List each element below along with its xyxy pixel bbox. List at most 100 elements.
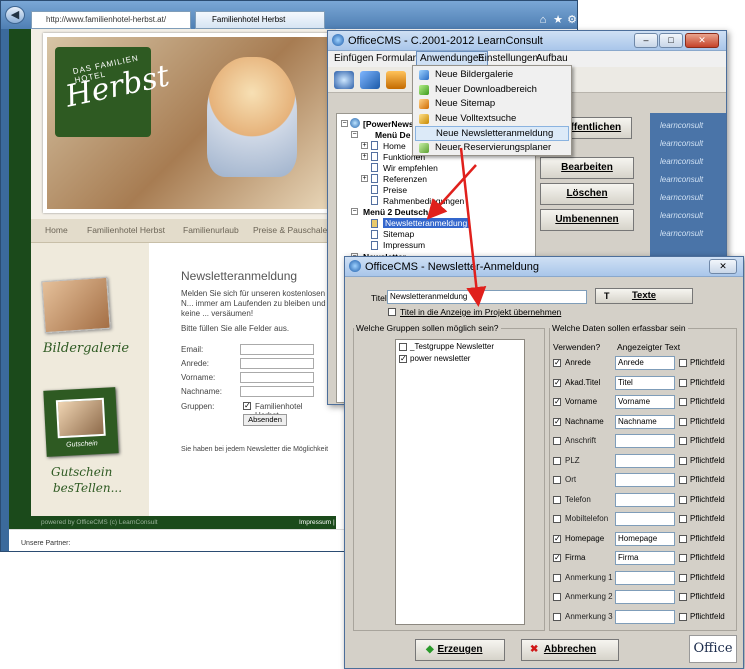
display-text-input[interactable] — [615, 492, 675, 507]
create-button[interactable]: ◆ Erzeugen — [415, 639, 505, 661]
required-checkbox[interactable] — [679, 612, 687, 621]
display-text-input[interactable]: Homepage — [615, 531, 675, 546]
use-checkbox[interactable]: ✓ — [553, 359, 561, 367]
nachname-field[interactable] — [240, 386, 314, 397]
required-checkbox[interactable] — [679, 398, 687, 406]
cancel-button[interactable]: ✖ Abbrechen — [521, 639, 619, 661]
use-checkbox[interactable] — [553, 476, 561, 484]
home-icon[interactable]: ⌂ — [536, 13, 550, 27]
use-checkbox[interactable]: ✓ — [553, 417, 561, 426]
menu-item-bildergalerie[interactable]: Neue Bildergalerie — [415, 68, 569, 83]
gallery-link[interactable]: Bildergalerie — [43, 341, 129, 356]
use-checkbox[interactable]: ✓ — [553, 378, 561, 387]
required-checkbox[interactable] — [679, 437, 687, 445]
tree-item[interactable]: Impressum — [383, 240, 425, 250]
vorname-field[interactable] — [240, 372, 314, 383]
show-title-checkbox[interactable] — [388, 308, 396, 316]
gallery-photo[interactable] — [41, 276, 111, 334]
globe-icon[interactable] — [334, 71, 354, 89]
voucher-caption-1[interactable]: Gutschein — [51, 465, 112, 479]
maximize-button[interactable]: □ — [659, 33, 683, 48]
display-text-input[interactable] — [615, 512, 675, 526]
use-checkbox[interactable] — [553, 515, 561, 523]
required-checkbox[interactable] — [679, 378, 687, 387]
use-checkbox[interactable] — [553, 612, 561, 621]
display-text-input[interactable]: Vorname — [615, 395, 675, 409]
submit-button[interactable]: Absenden — [243, 414, 287, 426]
display-text-input[interactable] — [615, 570, 675, 585]
expand-toggle[interactable]: + — [361, 175, 368, 182]
use-checkbox[interactable]: ✓ — [553, 554, 561, 562]
required-checkbox[interactable] — [679, 573, 687, 582]
use-checkbox[interactable] — [553, 573, 561, 582]
delete-button[interactable]: Löschen — [540, 183, 634, 205]
tree-item[interactable]: Wir empfehlen — [383, 163, 438, 173]
tree-item[interactable]: Referenzen — [383, 174, 427, 184]
required-checkbox[interactable] — [679, 515, 687, 523]
use-checkbox[interactable] — [553, 495, 561, 504]
menu-einstellungen[interactable]: Einstellungen — [478, 53, 538, 64]
menu-aufbau[interactable]: Aufbau — [536, 53, 568, 64]
expand-toggle[interactable]: − — [341, 120, 348, 127]
nav-hotel[interactable]: Familienhotel Herbst — [87, 225, 165, 235]
anrede-field[interactable] — [240, 358, 314, 369]
required-checkbox[interactable] — [679, 476, 687, 484]
address-bar[interactable]: http://www.familienhotel-herbst.at/ — [31, 11, 191, 29]
nav-urlaub[interactable]: Familienurlaub — [183, 225, 239, 235]
star-icon[interactable]: ★ — [551, 13, 565, 27]
required-checkbox[interactable] — [679, 456, 687, 465]
rename-button[interactable]: Umbenennen — [540, 209, 634, 231]
title-input[interactable]: Newsletteranmeldung — [387, 290, 587, 304]
tree-item[interactable]: Home — [383, 141, 406, 151]
texte-button[interactable]: T Texte — [595, 288, 693, 304]
minimize-button[interactable]: – — [634, 33, 658, 48]
nav-home[interactable]: Home — [45, 225, 68, 235]
display-text-input[interactable] — [615, 473, 675, 487]
group-checkbox[interactable] — [399, 343, 407, 351]
gear-icon[interactable]: ⚙ — [565, 13, 579, 27]
tree-item[interactable]: Rahmenbedingungen — [383, 196, 464, 206]
voucher-card[interactable]: Gutschein — [43, 387, 119, 457]
expand-toggle[interactable]: − — [351, 131, 358, 138]
tree-menu-2[interactable]: Menü 2 Deutsch — [363, 207, 428, 217]
browser-tab[interactable]: Familienhotel Herbst — [195, 11, 325, 29]
use-checkbox[interactable] — [553, 593, 561, 601]
group-checkbox[interactable]: ✓ — [399, 355, 407, 363]
required-checkbox[interactable] — [679, 359, 687, 367]
menu-item-sitemap[interactable]: Neue Sitemap — [415, 97, 569, 112]
required-checkbox[interactable] — [679, 495, 687, 504]
use-checkbox[interactable] — [553, 456, 561, 465]
tree-item[interactable]: Preise — [383, 185, 407, 195]
email-field[interactable] — [240, 344, 314, 355]
dialog-close-button[interactable]: ✕ — [709, 259, 737, 274]
display-text-input[interactable] — [615, 609, 675, 624]
expand-toggle[interactable]: + — [361, 153, 368, 160]
display-text-input[interactable] — [615, 590, 675, 604]
use-checkbox[interactable]: ✓ — [553, 534, 561, 543]
required-checkbox[interactable] — [679, 593, 687, 601]
display-text-input[interactable] — [615, 434, 675, 448]
required-checkbox[interactable] — [679, 534, 687, 543]
expand-toggle[interactable]: + — [361, 142, 368, 149]
tree-root[interactable]: [PowerNews] — [363, 119, 416, 129]
edit-button[interactable]: Bearbeiten — [540, 157, 634, 179]
menu-item-volltextsuche[interactable]: Neue Volltextsuche — [415, 112, 569, 127]
use-checkbox[interactable] — [553, 437, 561, 445]
display-text-input[interactable] — [615, 453, 675, 468]
required-checkbox[interactable] — [679, 554, 687, 562]
tree-menu-1[interactable]: Menü De — [375, 130, 410, 140]
tree-item[interactable]: Sitemap — [383, 229, 414, 239]
nav-preise[interactable]: Preise & Pauschalen — [253, 225, 332, 235]
menu-item-download[interactable]: Neuer Downloadbereich — [415, 83, 569, 98]
close-button[interactable]: ✕ — [685, 33, 719, 48]
display-text-input[interactable]: Nachname — [615, 414, 675, 429]
display-text-input[interactable]: Firma — [615, 551, 675, 565]
voucher-caption-2[interactable]: besTellen... — [53, 481, 122, 495]
required-checkbox[interactable] — [679, 417, 687, 426]
tree-item-selected[interactable]: Newsletteranmeldung — [383, 218, 470, 228]
menu-formular[interactable]: Formular — [376, 53, 416, 64]
menu-item-newsletter[interactable]: Neue Newsletteranmeldung — [415, 126, 569, 141]
display-text-input[interactable]: Titel — [615, 375, 675, 390]
back-button[interactable]: ◀ — [5, 6, 25, 24]
display-text-input[interactable]: Anrede — [615, 356, 675, 370]
